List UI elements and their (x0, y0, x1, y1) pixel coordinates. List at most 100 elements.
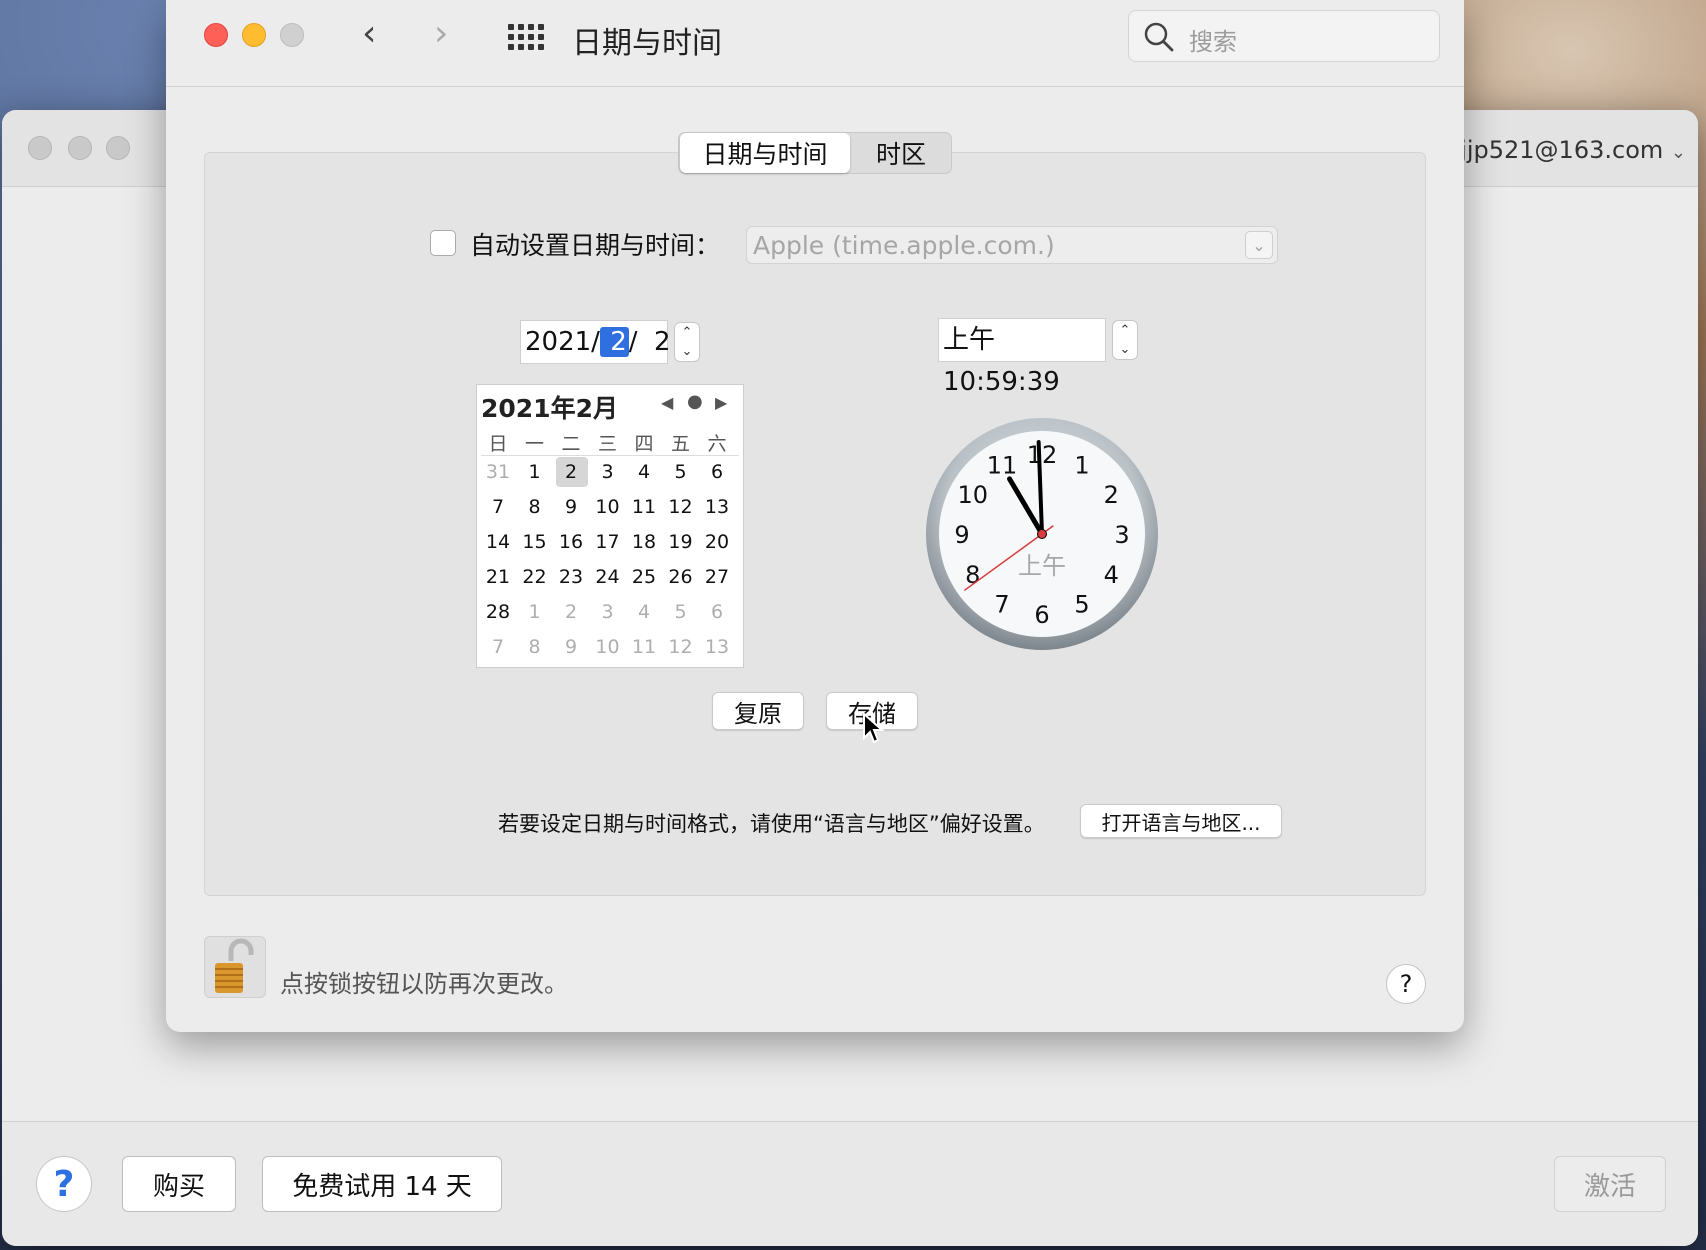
weekday-label: 四 (634, 433, 654, 455)
calendar-day[interactable]: 5 (664, 601, 698, 623)
calendar-day[interactable]: 16 (554, 531, 588, 553)
forward-arrow-icon[interactable]: › (434, 14, 448, 54)
calendar-day[interactable]: 7 (481, 636, 515, 658)
revert-button[interactable]: 复原 (712, 692, 804, 730)
calendar-day[interactable]: 6 (700, 461, 734, 483)
lock-hint-text: 点按锁按钮以防再次更改。 (280, 970, 568, 998)
close-button-inactive[interactable] (28, 136, 52, 160)
calendar-day[interactable]: 15 (518, 531, 552, 553)
clock-number: 12 (1027, 441, 1058, 469)
calendar-day[interactable]: 21 (481, 566, 515, 588)
date-month-selected[interactable]: 2 (599, 327, 629, 357)
calendar-day[interactable]: 13 (700, 496, 734, 518)
calendar-day[interactable]: 7 (481, 496, 515, 518)
next-month-icon[interactable]: ▶ (715, 393, 727, 412)
calendar-day[interactable]: 17 (591, 531, 625, 553)
buy-button[interactable]: 购买 (122, 1156, 236, 1212)
help-icon: ? (1399, 970, 1413, 998)
calendar-day[interactable]: 3 (591, 601, 625, 623)
clock-number: 5 (1074, 590, 1089, 618)
calendar-day[interactable]: 18 (627, 531, 661, 553)
show-all-grid-icon[interactable] (508, 24, 544, 50)
free-trial-button[interactable]: 免费试用 14 天 (262, 1156, 502, 1212)
calendar-day[interactable]: 26 (664, 566, 698, 588)
calendar-month-title: 2021年2月 (481, 394, 618, 423)
calendar-day[interactable]: 23 (554, 566, 588, 588)
today-dot-icon[interactable]: ● (687, 391, 703, 412)
calendar-day[interactable]: 11 (627, 496, 661, 518)
calendar-day[interactable]: 27 (700, 566, 734, 588)
calendar-day[interactable]: 31 (481, 461, 515, 483)
background-footer: ? 购买 免费试用 14 天 激活 (2, 1121, 1698, 1246)
lock-button[interactable] (204, 936, 266, 998)
clock-number: 9 (954, 521, 969, 549)
calendar-day[interactable]: 25 (627, 566, 661, 588)
calendar-day[interactable]: 4 (627, 461, 661, 483)
calendar-day[interactable]: 9 (554, 636, 588, 658)
stepper-up-icon[interactable]: ⌃ (682, 325, 693, 340)
search-field[interactable]: 搜索 (1128, 10, 1440, 62)
tab-date-time[interactable]: 日期与时间 (680, 133, 850, 173)
time-stepper[interactable]: ⌃ ⌄ (1112, 320, 1138, 360)
calendar-day[interactable]: 20 (700, 531, 734, 553)
tab-time-zone[interactable]: 时区 (851, 133, 951, 173)
calendar-day[interactable]: 13 (700, 636, 734, 658)
clock-center-dot (1037, 529, 1047, 539)
clock-number: 10 (957, 481, 988, 509)
weekday-label: 六 (707, 433, 727, 455)
time-server-select[interactable]: Apple (time.apple.com.) ⌄ (746, 226, 1278, 264)
calendar-day[interactable]: 3 (591, 461, 625, 483)
activate-button[interactable]: 激活 (1554, 1156, 1666, 1212)
calendar-day[interactable]: 14 (481, 531, 515, 553)
calendar-day[interactable]: 9 (554, 496, 588, 518)
back-arrow-icon[interactable]: ‹ (362, 14, 376, 54)
help-button[interactable]: ? (36, 1156, 92, 1212)
calendar-day[interactable]: 10 (591, 496, 625, 518)
auto-set-checkbox[interactable] (430, 230, 456, 256)
minimize-button-inactive[interactable] (68, 136, 92, 160)
calendar-day[interactable]: 1 (518, 601, 552, 623)
minimize-button[interactable] (242, 23, 266, 47)
calendar-day[interactable]: 2 (554, 601, 588, 623)
calendar-day[interactable]: 1 (518, 461, 552, 483)
open-language-region-button[interactable]: 打开语言与地区... (1080, 804, 1282, 838)
calendar-day[interactable]: 10 (591, 636, 625, 658)
help-icon: ? (53, 1163, 75, 1205)
weekday-label: 二 (561, 433, 581, 455)
search-icon (1144, 22, 1174, 52)
calendar-day[interactable]: 12 (664, 636, 698, 658)
clock-number: 1 (1074, 452, 1089, 480)
help-button[interactable]: ? (1386, 964, 1426, 1004)
calendar-day[interactable]: 2 (554, 461, 588, 483)
calendar-day[interactable]: 19 (664, 531, 698, 553)
calendar-day[interactable]: 28 (481, 601, 515, 623)
date-field[interactable]: 2021/ 2/ 2 (520, 320, 671, 364)
close-button[interactable] (204, 23, 228, 47)
calendar-day[interactable]: 4 (627, 601, 661, 623)
calendar-day[interactable]: 24 (591, 566, 625, 588)
date-year[interactable]: 2021/ (525, 327, 600, 357)
clock-number: 11 (987, 452, 1018, 480)
search-placeholder: 搜索 (1189, 28, 1237, 56)
calendar-day[interactable]: 22 (518, 566, 552, 588)
calendar-day[interactable]: 6 (700, 601, 734, 623)
zoom-button[interactable] (280, 23, 304, 47)
clock-number: 7 (994, 590, 1009, 618)
calendar-day[interactable]: 12 (664, 496, 698, 518)
calendar-day[interactable]: 8 (518, 496, 552, 518)
stepper-up-icon[interactable]: ⌃ (1120, 323, 1131, 338)
date-day[interactable]: / 2 (629, 327, 671, 357)
weekday-label: 五 (670, 433, 690, 455)
clock-ampm-label: 上午 (1018, 552, 1066, 580)
time-field[interactable]: 上午10:59:39 (938, 318, 1106, 397)
prev-month-icon[interactable]: ◀ (661, 393, 673, 412)
date-stepper[interactable]: ⌃ ⌄ (674, 322, 700, 362)
calendar-day[interactable]: 11 (627, 636, 661, 658)
zoom-button-inactive[interactable] (106, 136, 130, 160)
stepper-down-icon[interactable]: ⌄ (682, 344, 693, 359)
format-hint-text: 若要设定日期与时间格式，请使用“语言与地区”偏好设置。 (498, 812, 1045, 836)
account-menu[interactable]: w.jjp521@163.com ⌄ (1435, 136, 1686, 164)
calendar-day[interactable]: 5 (664, 461, 698, 483)
calendar-day[interactable]: 8 (518, 636, 552, 658)
stepper-down-icon[interactable]: ⌄ (1120, 342, 1131, 357)
